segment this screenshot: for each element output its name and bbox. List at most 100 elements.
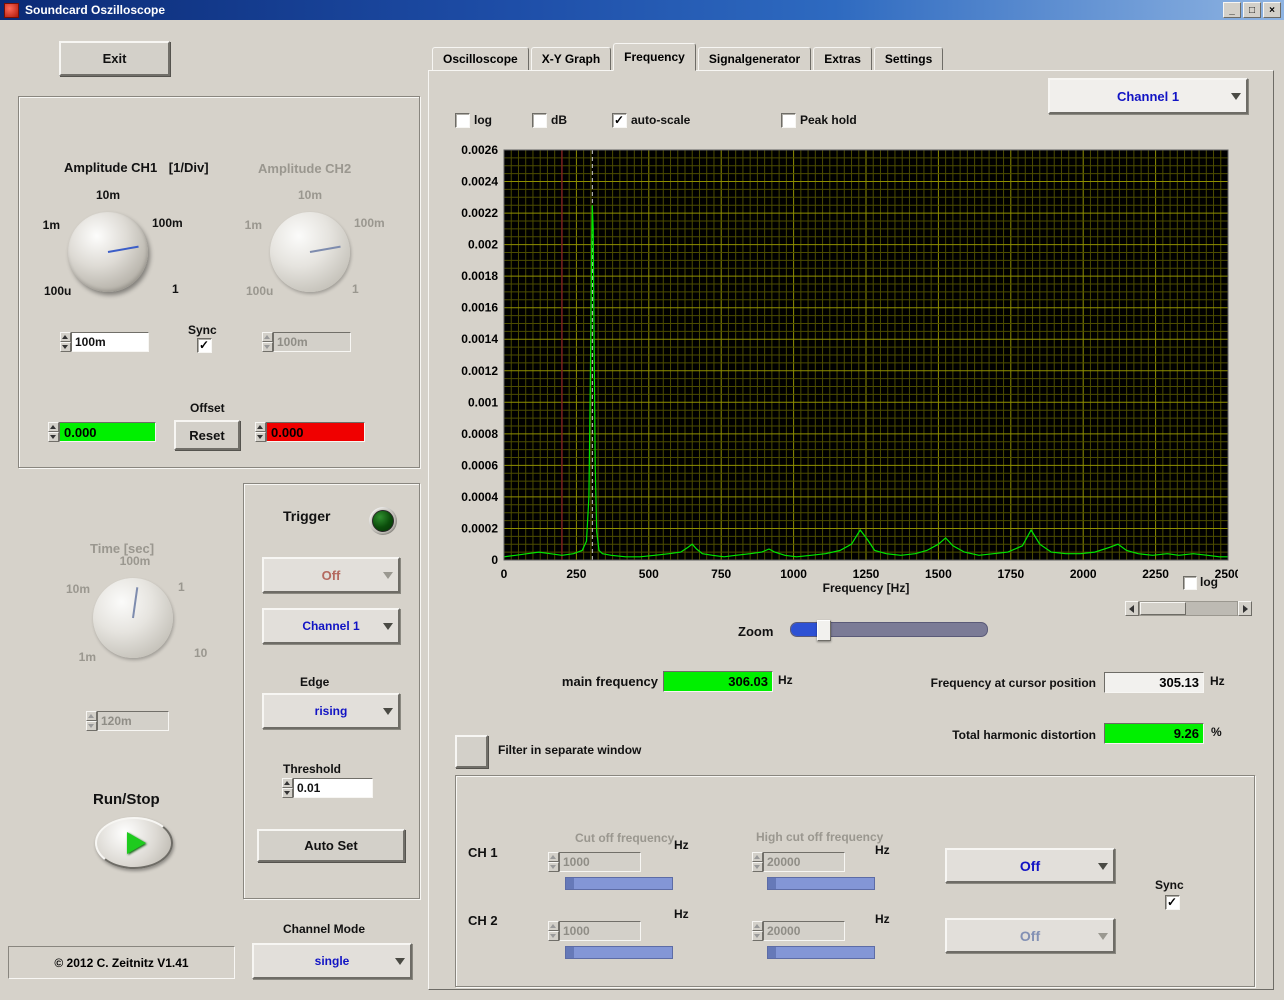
- trigger-led: [369, 507, 397, 535]
- peak-hold-checkbox[interactable]: [781, 113, 796, 128]
- offset-label: Offset: [190, 401, 225, 415]
- ch2-high-cutoff-slider[interactable]: [767, 946, 875, 959]
- threshold-spinner[interactable]: [282, 778, 293, 798]
- scrollbar-track[interactable]: [1139, 601, 1238, 616]
- tab-frequency[interactable]: Frequency: [613, 43, 696, 71]
- filter-sync-checkbox[interactable]: [1165, 895, 1180, 910]
- offset-ch1-spinner[interactable]: [48, 422, 59, 442]
- amplitude-ch1-knob[interactable]: [68, 212, 148, 292]
- db-checkbox[interactable]: [532, 113, 547, 128]
- sync-label: Sync: [188, 323, 217, 337]
- spinner-up-icon: [752, 852, 763, 862]
- spinner-up-icon[interactable]: [60, 332, 71, 342]
- svg-text:2500: 2500: [1215, 567, 1238, 581]
- minimize-button[interactable]: _: [1223, 2, 1241, 18]
- trigger-source-dropdown[interactable]: Channel 1: [262, 608, 400, 644]
- tab-extras[interactable]: Extras: [813, 47, 872, 70]
- spinner-up-icon[interactable]: [255, 422, 266, 432]
- spinner-up-icon[interactable]: [48, 422, 59, 432]
- trigger-source-value: Channel 1: [302, 619, 360, 633]
- scrollbar-thumb[interactable]: [1140, 602, 1186, 615]
- knob-tick-label: 100u: [44, 284, 72, 298]
- svg-text:0.0022: 0.0022: [461, 206, 498, 220]
- trigger-edge-value: rising: [314, 704, 348, 718]
- ch2-cutoff-slider[interactable]: [565, 946, 673, 959]
- graph-log-checkbox[interactable]: [1183, 576, 1197, 590]
- spinner-up-icon: [752, 921, 763, 931]
- trigger-edge-dropdown[interactable]: rising: [262, 693, 400, 729]
- run-stop-button[interactable]: [95, 817, 173, 869]
- close-button[interactable]: ×: [1263, 2, 1281, 18]
- amplitude-sync-checkbox[interactable]: [197, 338, 212, 353]
- offset-ch2-display: 0.000: [266, 422, 365, 442]
- run-stop-label: Run/Stop: [93, 791, 160, 808]
- graph-horizontal-scrollbar[interactable]: [1125, 601, 1252, 616]
- spinner-up-icon[interactable]: [282, 778, 293, 788]
- chevron-down-icon: [1098, 932, 1108, 940]
- amplitude-ch1-spinner[interactable]: [60, 332, 71, 352]
- spinner-down-icon[interactable]: [60, 342, 71, 352]
- ch1-high-cutoff-slider[interactable]: [767, 877, 875, 890]
- spinner-down-icon[interactable]: [255, 432, 266, 442]
- svg-text:0.0012: 0.0012: [461, 364, 498, 378]
- exit-button[interactable]: Exit: [59, 41, 170, 76]
- filter-ch2-label: CH 2: [468, 913, 498, 928]
- ch1-filter-mode-dropdown[interactable]: Off: [945, 848, 1115, 883]
- offset-ch2-spinner[interactable]: [255, 422, 266, 442]
- log-checkbox-label: log: [474, 113, 492, 127]
- ch1-filter-mode-value: Off: [1019, 857, 1041, 874]
- ch1-cutoff-slider[interactable]: [565, 877, 673, 890]
- tab-oscilloscope[interactable]: Oscilloscope: [432, 47, 529, 70]
- auto-scale-checkbox[interactable]: [612, 113, 627, 128]
- ch2-filter-mode-value: Off: [1019, 927, 1041, 944]
- led-core-icon: [372, 510, 394, 532]
- zoom-slider[interactable]: [790, 620, 988, 641]
- svg-text:250: 250: [566, 567, 586, 581]
- amplitude-ch2-value-field: [273, 332, 351, 352]
- scroll-right-icon[interactable]: [1238, 601, 1252, 616]
- knob-tick-label: 100u: [246, 284, 274, 298]
- spectrum-channel-dropdown[interactable]: Channel 1: [1048, 78, 1248, 114]
- amplitude-ch1-value-field[interactable]: [71, 332, 149, 352]
- time-value-field: [97, 711, 169, 731]
- ch2-high-cutoff-field: [763, 921, 845, 941]
- threshold-label: Threshold: [283, 762, 342, 776]
- scroll-left-icon[interactable]: [1125, 601, 1139, 616]
- zoom-slider-thumb[interactable]: [817, 620, 831, 641]
- tab-settings[interactable]: Settings: [873, 47, 944, 70]
- spinner-down-icon[interactable]: [48, 432, 59, 442]
- filter-window-button[interactable]: [455, 735, 488, 768]
- trigger-mode-value: Off: [321, 567, 341, 583]
- amplitude-ch2-title: Amplitude CH2: [258, 161, 352, 176]
- spinner-down-icon[interactable]: [282, 788, 293, 798]
- chevron-down-icon: [383, 623, 393, 630]
- ch2-high-cutoff-spinner: [752, 921, 763, 941]
- thd-label: Total harmonic distortion: [952, 728, 1096, 742]
- chevron-down-icon: [383, 708, 393, 715]
- window-controls: _ □ ×: [1221, 2, 1281, 18]
- restore-button[interactable]: □: [1243, 2, 1261, 18]
- main-frequency-display: 306.03: [663, 671, 773, 692]
- spinner-up-icon: [262, 332, 273, 342]
- log-checkbox[interactable]: [455, 113, 470, 128]
- ch1-cutoff-field: [559, 852, 641, 872]
- threshold-value-field[interactable]: [293, 778, 373, 798]
- cutoff-frequency-label: Cut off frequency: [575, 831, 675, 845]
- frequency-spectrum-chart[interactable]: 0 0.0002 0.0004 0.0006 0.0008 0.001 0.0012 0.00…: [448, 144, 1238, 589]
- cursor-frequency-display: 305.13: [1104, 672, 1204, 693]
- svg-text:1000: 1000: [780, 567, 807, 581]
- ch1-cutoff-unit: Hz: [674, 838, 689, 852]
- peak-hold-checkbox-label: Peak hold: [800, 113, 857, 127]
- tab-signalgenerator[interactable]: Signalgenerator: [697, 47, 812, 70]
- thd-display: 9.26: [1104, 723, 1204, 744]
- offset-reset-button[interactable]: Reset: [174, 420, 240, 450]
- amplitude-ch1-title: Amplitude CH1 [1/Div]: [64, 160, 209, 175]
- channel-mode-dropdown[interactable]: single: [252, 943, 412, 979]
- window-titlebar[interactable]: Soundcard Oszilloscope _ □ ×: [0, 0, 1284, 20]
- auto-set-button[interactable]: Auto Set: [257, 829, 405, 862]
- thd-unit: %: [1211, 725, 1222, 739]
- channel-mode-value: single: [314, 954, 350, 968]
- ch2-filter-mode-dropdown: Off: [945, 918, 1115, 953]
- tab-xy-graph[interactable]: X-Y Graph: [530, 47, 612, 70]
- restore-icon: □: [1248, 4, 1256, 16]
